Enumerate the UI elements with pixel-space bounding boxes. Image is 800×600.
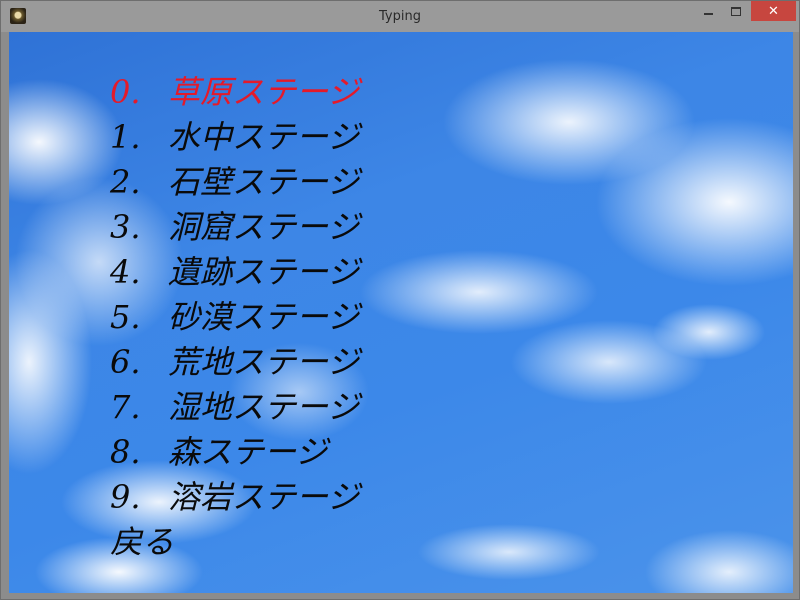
stage-item-5[interactable]: 5. 砂漠ステージ bbox=[110, 295, 359, 340]
minimize-button[interactable] bbox=[695, 1, 721, 21]
stage-label: 荒地ステージ bbox=[168, 343, 360, 381]
stage-item-6[interactable]: 6. 荒地ステージ bbox=[110, 340, 359, 385]
stage-number: 1. bbox=[110, 118, 141, 156]
stage-label: 遺跡ステージ bbox=[168, 253, 360, 291]
stage-number: 2. bbox=[110, 163, 141, 201]
stage-label: 石壁ステージ bbox=[168, 163, 360, 201]
stage-label: 水中ステージ bbox=[168, 118, 360, 156]
back-label: 戻る bbox=[110, 523, 175, 561]
stage-number: 7. bbox=[110, 388, 141, 426]
stage-item-7[interactable]: 7. 湿地ステージ bbox=[110, 385, 359, 430]
stage-number: 9. bbox=[110, 478, 141, 516]
close-button[interactable]: ✕ bbox=[751, 1, 796, 21]
stage-item-4[interactable]: 4. 遺跡ステージ bbox=[110, 250, 359, 295]
minimize-icon bbox=[703, 13, 713, 15]
stage-item-8[interactable]: 8. 森ステージ bbox=[110, 430, 359, 475]
title-bar[interactable]: Typing ✕ bbox=[1, 1, 799, 32]
stage-item-0[interactable]: 0. 草原ステージ bbox=[110, 70, 359, 115]
stage-item-3[interactable]: 3. 洞窟ステージ bbox=[110, 205, 359, 250]
close-icon: ✕ bbox=[768, 3, 779, 19]
stage-menu: 0. 草原ステージ 1. 水中ステージ 2. 石壁ステージ 3. 洞窟ステージ 4. 遺跡… bbox=[110, 70, 359, 565]
sky-background: 0. 草原ステージ 1. 水中ステージ 2. 石壁ステージ 3. 洞窟ステージ 4. 遺跡… bbox=[9, 32, 793, 593]
stage-number: 6. bbox=[110, 343, 141, 381]
stage-number: 0. bbox=[110, 73, 141, 111]
window-title: Typing bbox=[379, 9, 421, 24]
stage-item-1[interactable]: 1. 水中ステージ bbox=[110, 115, 359, 160]
maximize-button[interactable] bbox=[723, 1, 749, 21]
stage-number: 8. bbox=[110, 433, 141, 471]
stage-label: 森ステージ bbox=[168, 433, 328, 471]
stage-label: 砂漠ステージ bbox=[168, 298, 360, 336]
stage-number: 4. bbox=[110, 253, 141, 291]
stage-number: 3. bbox=[110, 208, 141, 246]
stage-label: 湿地ステージ bbox=[168, 388, 360, 426]
stage-label: 洞窟ステージ bbox=[168, 208, 360, 246]
stage-number: 5. bbox=[110, 298, 141, 336]
stage-label: 草原ステージ bbox=[168, 73, 360, 111]
maximize-icon bbox=[731, 6, 741, 16]
back-button[interactable]: 戻る bbox=[110, 520, 359, 565]
app-window: Typing ✕ 0. 草原ステージ 1. 水中ステージ 2. 石壁ステージ 3. 洞窟… bbox=[0, 0, 800, 600]
stage-label: 溶岩ステージ bbox=[168, 478, 360, 516]
stage-item-2[interactable]: 2. 石壁ステージ bbox=[110, 160, 359, 205]
stage-item-9[interactable]: 9. 溶岩ステージ bbox=[110, 475, 359, 520]
